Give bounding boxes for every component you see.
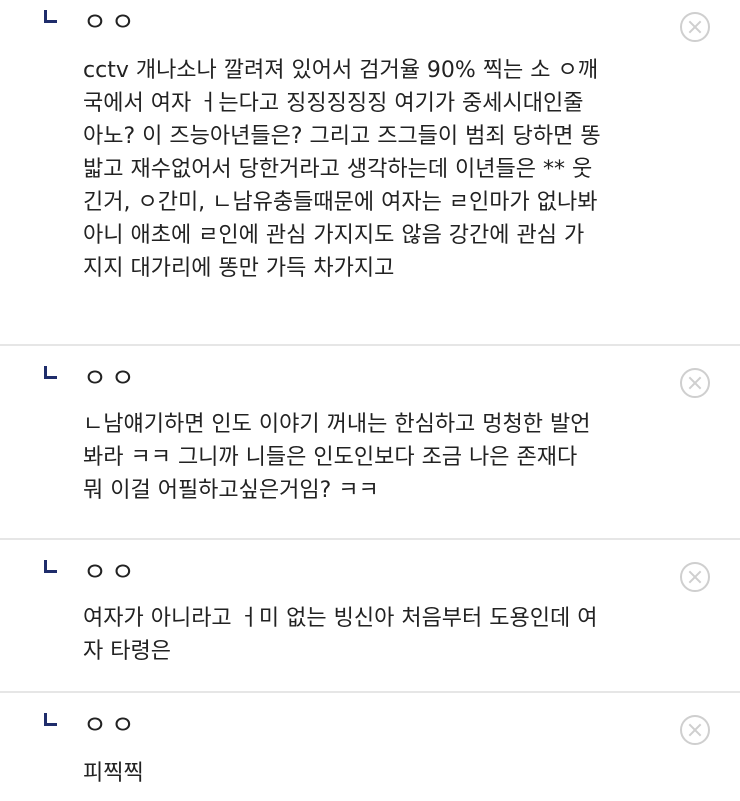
reply-arrow-icon xyxy=(44,713,57,726)
reply-arrow-icon xyxy=(44,560,57,573)
comment-text: 여자가 아니라고 ㅓ미 없는 빙신아 처음부터 도용인데 여 자 타령은 xyxy=(83,606,598,664)
delete-comment-button[interactable] xyxy=(680,12,710,42)
comment-author: ㅇㅇ xyxy=(83,8,139,38)
delete-comment-button[interactable] xyxy=(680,715,710,745)
comment-author: ㅇㅇ xyxy=(83,364,139,394)
comment-text: cctv 개나소나 깔려져 있어서 검거율 90% 찍는 소 ㅇ깨 국에서 여자… xyxy=(83,58,601,281)
comment-item: ㅇㅇ cctv 개나소나 깔려져 있어서 검거율 90% 찍는 소 ㅇ깨 국에서… xyxy=(0,0,740,346)
comment-item: ㅇㅇ ㄴ남얘기하면 인도 이야기 꺼내는 한심하고 멍청한 발언 봐라 ㅋㅋ 그… xyxy=(0,346,740,540)
delete-comment-button[interactable] xyxy=(680,368,710,398)
comment-text: 피찍찍 xyxy=(83,761,144,786)
reply-arrow-icon xyxy=(44,366,57,379)
comment-item: ㅇㅇ 피찍찍 xyxy=(0,693,740,801)
reply-arrow-icon xyxy=(44,10,57,23)
comment-author: ㅇㅇ xyxy=(83,558,139,588)
comment-item: ㅇㅇ 여자가 아니라고 ㅓ미 없는 빙신아 처음부터 도용인데 여 자 타령은 xyxy=(0,540,740,693)
comment-author: ㅇㅇ xyxy=(83,711,139,741)
comment-text: ㄴ남얘기하면 인도 이야기 꺼내는 한심하고 멍청한 발언 봐라 ㅋㅋ 그니까 … xyxy=(83,412,591,503)
delete-comment-button[interactable] xyxy=(680,562,710,592)
